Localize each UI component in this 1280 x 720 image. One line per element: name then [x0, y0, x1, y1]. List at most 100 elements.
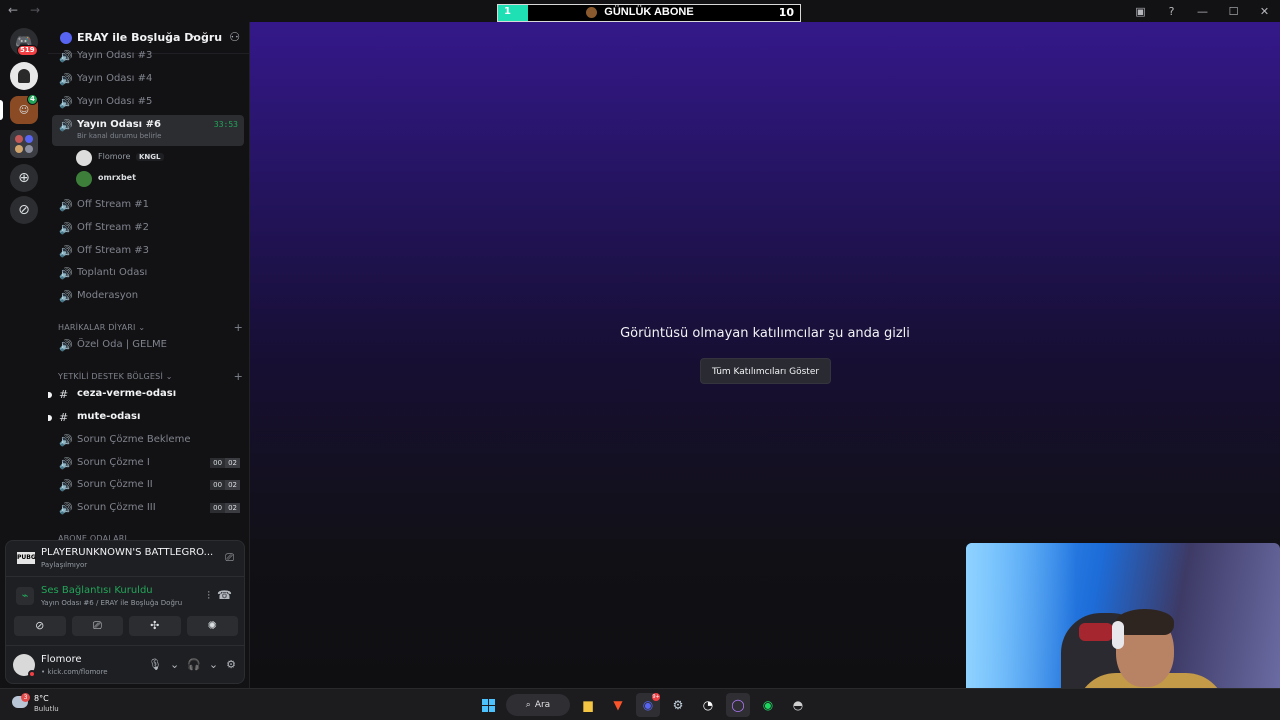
channel-name: Yayın Odası #3 — [77, 50, 153, 61]
microphone-icon[interactable]: 🎙 — [148, 658, 162, 671]
voice-channel[interactable]: 🔊 Sorun Çözme III 00 02 — [52, 498, 244, 520]
game-activity[interactable]: PUBG PLAYERUNKNOWN'S BATTLEGRO... Paylaş… — [6, 541, 244, 577]
avatar — [76, 150, 92, 166]
voice-channel[interactable]: 🔊 Toplantı Odası — [52, 263, 244, 285]
user-custom-status: • kick.com/flomore — [41, 668, 108, 676]
headphones-icon[interactable]: 🎧 — [187, 658, 201, 671]
channel-name: Yayın Odası #4 — [77, 73, 153, 84]
voice-channel[interactable]: 🔊 Off Stream #1 — [52, 195, 244, 217]
screen-share-icon: ⎚ — [92, 619, 102, 632]
status-dnd-icon — [28, 670, 36, 678]
server-icon-profile[interactable] — [10, 62, 38, 90]
guild-name: ERAY ile Boşluğa Doğru — [77, 31, 223, 44]
voice-channel[interactable]: 🔊 Sorun Çözme II 00 02 — [52, 475, 244, 497]
activities-button[interactable]: ✣ — [129, 616, 181, 636]
call-timer: 33:53 — [213, 120, 238, 129]
obs-button[interactable]: ◯ — [726, 693, 750, 717]
minimize-icon[interactable]: — — [1187, 5, 1218, 18]
voice-channel[interactable]: 🔊 Moderasyon — [52, 286, 244, 308]
forward-arrow-icon[interactable]: → — [30, 3, 40, 17]
screen-share-button[interactable]: ⎚ — [71, 616, 123, 636]
person-avatar-icon — [18, 69, 30, 83]
voice-user-name: Flomore — [98, 152, 131, 161]
start-button[interactable] — [476, 693, 500, 717]
help-icon[interactable]: ? — [1156, 5, 1187, 18]
show-all-participants-button[interactable]: Tüm Katılımcıları Göster — [700, 358, 831, 384]
gear-icon[interactable]: ⚙ — [226, 658, 236, 671]
channel-name: Off Stream #2 — [77, 222, 150, 233]
text-channel[interactable]: # ceza-verme-odası — [48, 384, 244, 406]
discord-notification-badge: 9+ — [652, 693, 660, 701]
soundboard-button[interactable]: ✺ — [186, 616, 238, 636]
signal-icon[interactable]: ⌁ — [16, 587, 34, 605]
voice-status-title[interactable]: Ses Bağlantısı Kuruldu — [41, 585, 153, 596]
game-icon: PUBG — [17, 552, 36, 564]
add-server-button[interactable]: ⊕ — [10, 164, 38, 192]
voice-channel[interactable]: 🔊 Off Stream #2 — [52, 218, 244, 240]
pubg-button[interactable]: ◓ — [786, 693, 810, 717]
speaker-icon: 🔊 — [59, 119, 73, 132]
compass-icon: ⊘ — [18, 202, 30, 218]
voice-channel[interactable]: 🔊 Yayın Odası #3 — [52, 46, 244, 68]
maximize-icon[interactable]: ☐ — [1218, 5, 1249, 18]
voice-channel[interactable]: 🔊 Yayın Odası #4 — [52, 69, 244, 91]
voice-channel[interactable]: 🔊 Sorun Çözme I 00 02 — [52, 453, 244, 475]
share-screen-icon[interactable]: ⎚ — [225, 551, 234, 565]
voice-channel[interactable]: 🔊 Sorun Çözme Bekleme — [52, 430, 244, 452]
voice-channel[interactable]: 🔊 Özel Oda | GELME — [52, 335, 244, 357]
inbox-icon[interactable]: ▣ — [1125, 5, 1156, 18]
category-name: HARİKALAR DİYARI — [58, 323, 136, 332]
spotify-button[interactable]: ◉ — [756, 693, 780, 717]
search-label: Ara — [534, 700, 551, 710]
channel-status[interactable]: Bir kanal durumu belirle — [77, 132, 161, 140]
create-channel-plus-icon[interactable]: + — [234, 370, 243, 383]
voice-status-channel[interactable]: Yayın Odası #6 / ERAY ile Boşluğa Doğru — [41, 599, 182, 607]
text-channel[interactable]: # mute-odası — [48, 407, 244, 429]
server-folder[interactable] — [10, 130, 38, 158]
channel-name: Sorun Çözme II — [77, 479, 153, 490]
speaker-icon: 🔊 — [59, 222, 73, 235]
discover-button[interactable]: ⊘ — [10, 196, 38, 224]
subscriber-goal-title: GÜNLÜK ABONE — [604, 6, 694, 18]
speaker-icon: 🔊 — [59, 434, 73, 447]
discord-button[interactable]: ◉ 9+ — [636, 693, 660, 717]
camera-off-button[interactable]: ⊘ — [14, 616, 66, 636]
channel-name: Özel Oda | GELME — [77, 339, 167, 350]
chevron-down-icon: ⌄ — [165, 372, 173, 381]
voice-channel[interactable]: 🔊 Off Stream #3 — [52, 241, 244, 263]
chevron-down-icon[interactable]: ⌄ — [209, 658, 218, 671]
user-limit-badge: 00 02 — [210, 458, 240, 468]
hashtag-icon: # — [59, 388, 69, 401]
weather-temperature[interactable]: 8°C — [34, 694, 49, 703]
server-icon-eray[interactable]: ☺ 4 — [10, 94, 38, 124]
chevron-down-icon[interactable]: ⌄ — [170, 658, 179, 671]
close-icon[interactable]: ✕ — [1249, 5, 1280, 18]
dm-count-badge: 519 — [17, 45, 38, 56]
windows-logo-icon — [481, 698, 495, 712]
user-name[interactable]: Flomore — [41, 654, 82, 665]
speaker-icon: 🔊 — [59, 96, 73, 109]
create-channel-plus-icon[interactable]: + — [234, 321, 243, 334]
taskbar-search[interactable]: ⌕ Ara — [506, 694, 570, 716]
avatar — [76, 171, 92, 187]
file-explorer-button[interactable]: ▆ — [576, 693, 600, 717]
invite-people-icon[interactable]: ⚇ — [229, 30, 240, 44]
back-arrow-icon[interactable]: ← — [8, 3, 18, 17]
noise-suppression-icon[interactable]: ⫶ — [207, 589, 210, 603]
hidden-participants-message: Görüntüsü olmayan katılımcılar şu anda g… — [620, 326, 910, 341]
current-user: Flomore • kick.com/flomore 🎙 ⌄ 🎧 ⌄ ⚙ — [6, 645, 244, 683]
user-controls: 🎙 ⌄ 🎧 ⌄ ⚙ — [148, 658, 236, 671]
voice-user-name: omrxbet — [98, 173, 136, 182]
channel-name: Moderasyon — [77, 290, 139, 301]
weather-description[interactable]: Bulutlu — [34, 705, 59, 713]
brave-browser-button[interactable]: ▼ — [606, 693, 630, 717]
disconnect-icon[interactable]: ☎ — [217, 588, 232, 602]
direct-messages-button[interactable]: 🎮 519 — [10, 28, 38, 56]
headset-icon — [1112, 621, 1124, 649]
voice-channel-active[interactable]: 🔊 Yayın Odası #6 33:53 Bir kanal durumu … — [52, 115, 244, 146]
plus-icon: ⊕ — [18, 170, 30, 186]
channel-name: Yayın Odası #6 — [77, 119, 161, 130]
voice-channel[interactable]: 🔊 Yayın Odası #5 — [52, 92, 244, 114]
steam-button[interactable]: ⚙ — [666, 693, 690, 717]
overlay-app-button[interactable]: ◔ — [696, 693, 720, 717]
